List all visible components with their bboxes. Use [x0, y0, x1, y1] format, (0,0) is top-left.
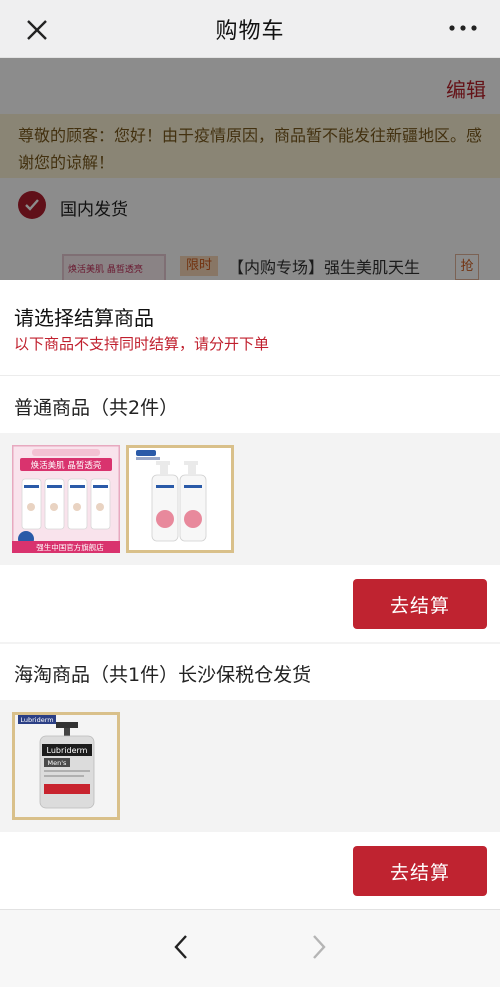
product-image-row: Lubriderm Lubriderm Men's — [0, 700, 500, 832]
group-title-normal: 普通商品（共2件） — [14, 397, 179, 419]
browser-nav-bar — [0, 909, 500, 987]
product-thumbnail[interactable] — [126, 445, 234, 553]
store-caption: 强生中国官方旗舰店 — [36, 542, 104, 552]
product-line-label: Men's — [48, 759, 68, 767]
checkout-select-sheet: 请选择结算商品 以下商品不支持同时结算，请分开下单 普通商品（共2件） 焕活美肌… — [0, 280, 500, 987]
brand-label: Lubriderm — [47, 746, 88, 755]
chevron-right-icon[interactable] — [306, 932, 332, 962]
close-icon[interactable] — [20, 13, 54, 47]
sheet-header: 请选择结算商品 以下商品不支持同时结算，请分开下单 — [0, 280, 500, 376]
product-image-row: 焕活美肌 晶皙透亮 强生中国官方旗舰店 — [0, 433, 500, 565]
body-wash-image — [126, 445, 234, 553]
product-thumbnail[interactable]: Lubriderm Lubriderm Men's — [12, 712, 120, 820]
sheet-subtitle: 以下商品不支持同时结算，请分开下单 — [14, 335, 270, 353]
page-title: 购物车 — [215, 18, 285, 44]
sheet-title: 请选择结算商品 — [14, 306, 154, 330]
product-thumbnail[interactable]: 焕活美肌 晶皙透亮 强生中国官方旗舰店 — [12, 445, 120, 553]
lotion-pack-image: 焕活美肌 晶皙透亮 强生中国官方旗舰店 — [12, 445, 120, 553]
checkout-button[interactable]: 去结算 — [353, 579, 487, 629]
lubriderm-image: Lubriderm Lubriderm Men's — [12, 712, 120, 820]
dim-overlay[interactable] — [0, 58, 500, 280]
divider — [0, 642, 500, 644]
group-title-overseas: 海淘商品（共1件）长沙保税仓发货 — [14, 664, 312, 686]
thumbnail-caption: 焕活美肌 晶皙透亮 — [31, 460, 102, 471]
top-nav-bar: 购物车 — [0, 0, 500, 58]
brand-label: Lubriderm — [20, 716, 53, 724]
checkout-button[interactable]: 去结算 — [353, 846, 487, 896]
more-icon[interactable] — [448, 20, 478, 36]
chevron-left-icon[interactable] — [168, 932, 194, 962]
checkout-row: 去结算 — [0, 832, 500, 910]
checkout-row: 去结算 — [0, 565, 500, 643]
